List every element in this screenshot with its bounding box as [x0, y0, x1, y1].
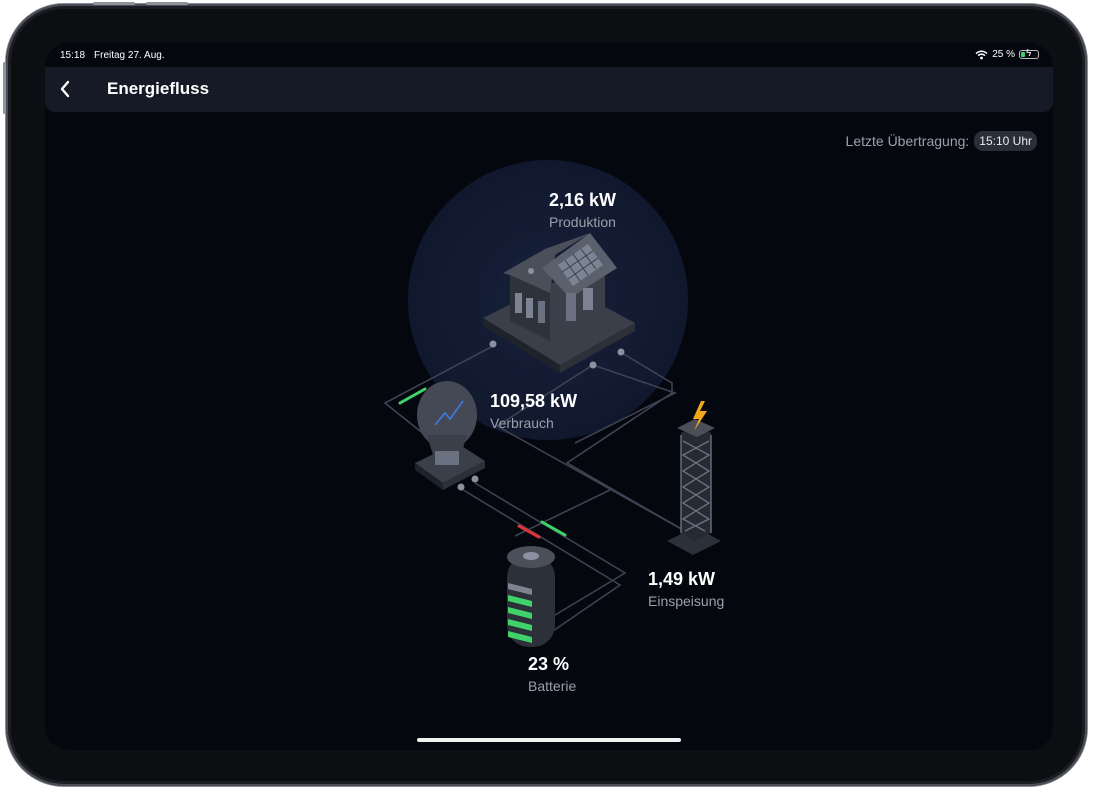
flow-segment-red — [517, 524, 541, 539]
battery-label: Batterie — [528, 678, 577, 694]
battery-icon — [507, 546, 555, 647]
consumption-label: Verbrauch — [490, 415, 554, 431]
feed-in-label: Einspeisung — [648, 593, 725, 609]
screen: 15:18 Freitag 27. Aug. 25 % ϟ Energieflu… — [45, 43, 1053, 750]
production-value: 2,16 kW — [549, 190, 617, 210]
feed-in-value: 1,49 kW — [648, 569, 716, 589]
production-label: Produktion — [549, 214, 616, 230]
side-button — [3, 62, 6, 114]
consumption-value: 109,58 kW — [490, 391, 578, 411]
top-button-1 — [93, 2, 135, 5]
top-button-2 — [146, 2, 188, 5]
home-indicator[interactable] — [417, 738, 681, 742]
battery-value: 23 % — [528, 654, 570, 674]
power-tower-icon — [667, 401, 721, 555]
flow-segment-green-2 — [540, 520, 567, 537]
light-bulb-icon — [415, 381, 485, 490]
solar-house-icon — [483, 233, 635, 373]
